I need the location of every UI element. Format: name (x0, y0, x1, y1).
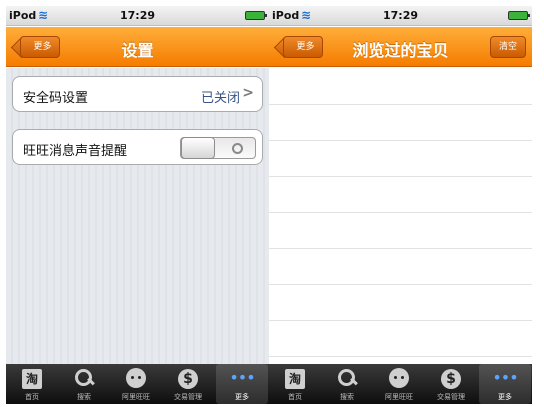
list-separator (269, 104, 532, 105)
tab-label: 搜索 (340, 393, 354, 401)
back-button[interactable]: 更多 (279, 27, 325, 67)
list-separator (269, 176, 532, 177)
list-separator (269, 320, 532, 321)
tab-trade[interactable]: $ 交易管理 (162, 364, 214, 404)
list-separator (269, 248, 532, 249)
back-button-label[interactable]: 更多 (20, 36, 60, 58)
tab-home[interactable]: 淘 首页 (6, 364, 58, 404)
battery-icon (508, 11, 530, 20)
list-separator (269, 140, 532, 141)
list-separator (269, 284, 532, 285)
nav-bar: 更多 设置 (6, 27, 269, 67)
status-time: 17:29 (119, 9, 155, 22)
tab-label: 首页 (288, 393, 302, 401)
more-icon: ••• (492, 368, 518, 387)
status-bar: iPod ≋ 17:29 (269, 6, 532, 26)
tab-wangwang[interactable]: 阿里旺旺 (110, 364, 162, 404)
status-bar: iPod ≋ 17:29 (6, 6, 269, 26)
row-label: 安全码设置 (23, 91, 89, 106)
sound-toggle-switch[interactable] (180, 137, 256, 159)
tab-label: 阿里旺旺 (385, 393, 413, 401)
tab-label: 首页 (25, 393, 39, 401)
tab-label: 搜索 (77, 393, 91, 401)
row-label: 旺旺消息声音提醒 (23, 144, 128, 159)
tab-label: 更多 (498, 393, 512, 401)
security-code-row[interactable]: 安全码设置 已关闭 > (12, 76, 263, 112)
search-icon (337, 368, 357, 388)
taobao-icon: 淘 (22, 369, 42, 389)
tab-trade[interactable]: $ 交易管理 (425, 364, 477, 404)
tab-bar: 淘 首页 搜索 阿里旺旺 $ 交易管理 ••• 更多 (6, 364, 269, 404)
nav-bar: 更多 浏览过的宝贝 清空 (269, 27, 532, 67)
wangwang-sound-row: 旺旺消息声音提醒 (12, 129, 263, 165)
tab-search[interactable]: 搜索 (58, 364, 110, 404)
clear-button[interactable]: 清空 (490, 36, 526, 58)
more-icon: ••• (229, 368, 255, 387)
settings-screen: iPod ≋ 17:29 更多 设置 安全码设置 已关闭 > 旺旺消息声音提醒 (6, 6, 269, 404)
wangwang-icon (126, 368, 146, 388)
tab-label: 更多 (235, 393, 249, 401)
wangwang-icon (389, 368, 409, 388)
settings-list: 安全码设置 已关闭 > 旺旺消息声音提醒 (6, 68, 269, 364)
browsed-list (269, 68, 532, 364)
dollar-icon: $ (178, 369, 198, 389)
status-time: 17:29 (382, 9, 418, 22)
tab-label: 阿里旺旺 (122, 393, 150, 401)
toggle-knob[interactable] (181, 137, 215, 159)
row-value: 已关闭 (200, 91, 240, 106)
dollar-icon: $ (441, 369, 461, 389)
back-button-label[interactable]: 更多 (283, 36, 323, 58)
tab-more[interactable]: ••• 更多 (216, 364, 268, 404)
tab-bar: 淘 首页 搜索 阿里旺旺 $ 交易管理 ••• 更多 (269, 364, 532, 404)
tab-wangwang[interactable]: 阿里旺旺 (373, 364, 425, 404)
off-circle-icon (232, 143, 243, 154)
screenshot-stage: iPod ≋ 17:29 更多 设置 安全码设置 已关闭 > 旺旺消息声音提醒 (0, 0, 544, 407)
tab-home[interactable]: 淘 首页 (269, 364, 321, 404)
list-separator (269, 212, 532, 213)
tab-search[interactable]: 搜索 (321, 364, 373, 404)
list-separator (269, 356, 532, 357)
browsed-items-screen: iPod ≋ 17:29 更多 浏览过的宝贝 清空 淘 首页 搜索 阿里旺旺 $… (269, 6, 532, 404)
battery-icon (245, 11, 267, 20)
search-icon (74, 368, 94, 388)
back-button[interactable]: 更多 (16, 27, 62, 67)
chevron-right-icon: > (242, 85, 254, 101)
tab-label: 交易管理 (437, 393, 465, 401)
taobao-icon: 淘 (285, 369, 305, 389)
tab-label: 交易管理 (174, 393, 202, 401)
tab-more[interactable]: ••• 更多 (479, 364, 531, 404)
